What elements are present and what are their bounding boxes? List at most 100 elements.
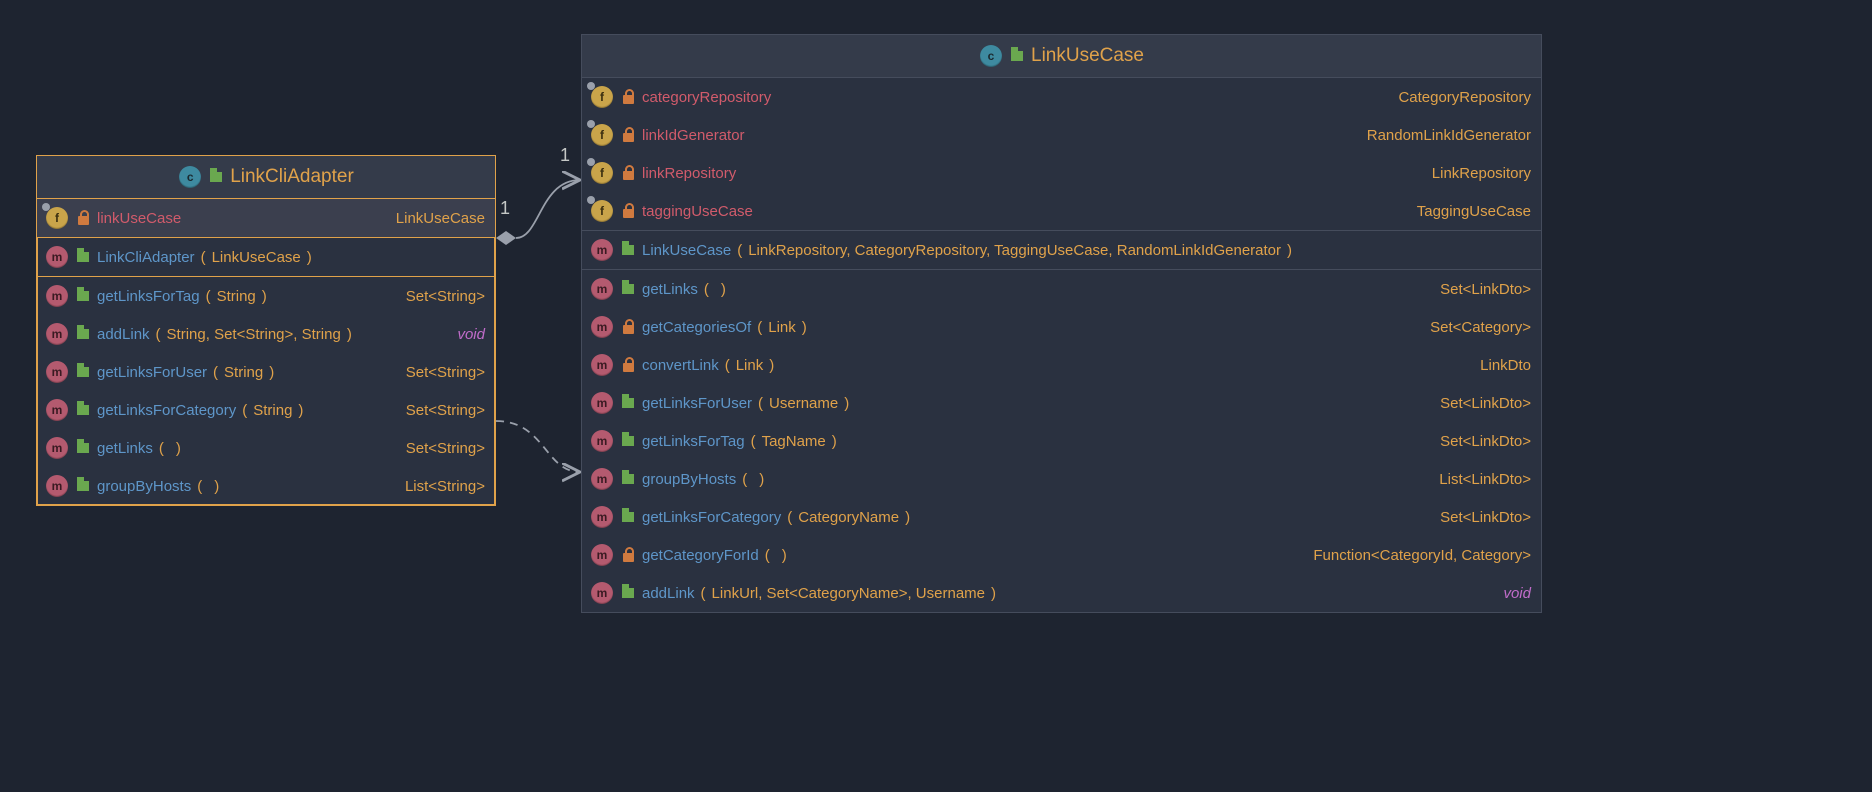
public-icon <box>75 249 91 265</box>
method-name: addLink <box>97 326 150 343</box>
field-icon: f <box>590 199 614 223</box>
public-icon <box>620 433 636 449</box>
method-icon: m <box>45 474 69 498</box>
method-row[interactable]: mgroupByHosts()List<String> <box>37 467 495 505</box>
field-name: linkRepository <box>642 165 736 182</box>
return-type: Set<LinkDto> <box>1440 395 1531 412</box>
method-row[interactable]: maddLink(LinkUrl, Set<CategoryName>, Use… <box>582 574 1541 612</box>
public-icon <box>620 281 636 297</box>
paren-open: ( <box>751 433 756 450</box>
method-row[interactable]: mgetLinksForUser(String)Set<String> <box>37 353 495 391</box>
method-icon: m <box>590 505 614 529</box>
paren-close: ) <box>832 433 837 450</box>
method-row[interactable]: mgetCategoriesOf(Link)Set<Category> <box>582 308 1541 346</box>
return-type: List<String> <box>405 478 485 495</box>
field-type: LinkUseCase <box>396 210 485 227</box>
method-name: getLinksForCategory <box>97 402 236 419</box>
paren-close: ) <box>176 440 181 457</box>
lock-icon <box>620 89 636 105</box>
method-params: String <box>224 364 263 381</box>
paren-open: ( <box>725 357 730 374</box>
lock-icon <box>620 165 636 181</box>
method-name: LinkCliAdapter <box>97 249 195 266</box>
paren-close: ) <box>307 249 312 266</box>
method-icon: m <box>590 581 614 605</box>
return-type: Set<String> <box>406 364 485 381</box>
method-row[interactable]: maddLink(String, Set<String>, String)voi… <box>37 315 495 353</box>
public-icon <box>75 402 91 418</box>
paren-close: ) <box>214 478 219 495</box>
method-row[interactable]: mgetLinks()Set<String> <box>37 429 495 467</box>
field-type: TaggingUseCase <box>1417 203 1531 220</box>
dependency-arrow <box>496 421 580 472</box>
field-row[interactable]: f linkUseCase LinkUseCase <box>37 199 495 237</box>
method-icon: m <box>45 322 69 346</box>
field-name: linkIdGenerator <box>642 127 745 144</box>
method-icon: m <box>590 391 614 415</box>
method-row[interactable]: mLinkCliAdapter(LinkUseCase) <box>37 238 495 276</box>
method-params: Link <box>768 319 796 336</box>
public-icon <box>620 395 636 411</box>
method-row[interactable]: mgetLinksForTag(TagName)Set<LinkDto> <box>582 422 1541 460</box>
lock-icon <box>620 203 636 219</box>
paren-open: ( <box>213 364 218 381</box>
field-type: RandomLinkIdGenerator <box>1367 127 1531 144</box>
method-row[interactable]: mgetLinksForCategory(String)Set<String> <box>37 391 495 429</box>
field-icon: f <box>45 206 69 230</box>
paren-open: ( <box>156 326 161 343</box>
method-row[interactable]: mgetLinksForCategory(CategoryName)Set<Li… <box>582 498 1541 536</box>
method-icon: m <box>590 315 614 339</box>
public-icon <box>208 169 224 185</box>
multiplicity-target: 1 <box>560 145 570 166</box>
paren-open: ( <box>704 281 709 298</box>
field-row[interactable]: f linkIdGenerator RandomLinkIdGenerator <box>582 116 1541 154</box>
method-row[interactable]: mgetLinks()Set<LinkDto> <box>582 270 1541 308</box>
field-icon: f <box>590 123 614 147</box>
method-icon: m <box>590 353 614 377</box>
method-name: LinkUseCase <box>642 242 731 259</box>
method-row[interactable]: mLinkUseCase(LinkRepository, CategoryRep… <box>582 231 1541 269</box>
class-title: LinkCliAdapter <box>230 166 354 188</box>
paren-open: ( <box>242 402 247 419</box>
paren-open: ( <box>742 471 747 488</box>
class-title-bar[interactable]: cLinkCliAdapter <box>37 156 495 199</box>
paren-open: ( <box>206 288 211 305</box>
method-row[interactable]: mconvertLink(Link)LinkDto <box>582 346 1541 384</box>
method-name: getCategoryForId <box>642 547 759 564</box>
class-title-bar[interactable]: cLinkUseCase <box>582 35 1541 78</box>
paren-open: ( <box>757 319 762 336</box>
class-box-LinkUseCase[interactable]: cLinkUseCasefcategoryRepositoryCategoryR… <box>581 34 1542 613</box>
method-params: String, Set<String>, String <box>167 326 341 343</box>
field-row[interactable]: flinkRepositoryLinkRepository <box>582 154 1541 192</box>
method-row[interactable]: mgroupByHosts()List<LinkDto> <box>582 460 1541 498</box>
multiplicity-source: 1 <box>500 198 510 219</box>
method-row[interactable]: mgetLinksForUser(Username)Set<LinkDto> <box>582 384 1541 422</box>
method-name: getLinks <box>97 440 153 457</box>
public-icon <box>620 585 636 601</box>
paren-close: ) <box>269 364 274 381</box>
paren-close: ) <box>347 326 352 343</box>
method-name: groupByHosts <box>642 471 736 488</box>
method-name: getLinksForTag <box>97 288 200 305</box>
field-name: linkUseCase <box>97 210 181 227</box>
method-icon: m <box>590 238 614 262</box>
method-icon: m <box>45 284 69 308</box>
field-row[interactable]: ftaggingUseCaseTaggingUseCase <box>582 192 1541 230</box>
class-title: LinkUseCase <box>1031 45 1144 67</box>
paren-close: ) <box>802 319 807 336</box>
method-row[interactable]: mgetCategoryForId()Function<CategoryId, … <box>582 536 1541 574</box>
paren-close: ) <box>298 402 303 419</box>
return-type: void <box>1503 585 1531 602</box>
method-params: LinkUseCase <box>212 249 301 266</box>
field-row[interactable]: fcategoryRepositoryCategoryRepository <box>582 78 1541 116</box>
method-row[interactable]: mgetLinksForTag(String)Set<String> <box>37 277 495 315</box>
method-params: Link <box>736 357 764 374</box>
paren-close: ) <box>1287 242 1292 259</box>
method-name: addLink <box>642 585 695 602</box>
class-box-LinkCliAdapter[interactable]: cLinkCliAdapter f linkUseCase LinkUseCase m L… <box>36 155 496 506</box>
uml-canvas[interactable]: 1 1 cLinkCliAdapter f linkUseCase LinkUseCa… <box>0 0 1872 792</box>
paren-close: ) <box>721 281 726 298</box>
return-type: Set<String> <box>406 440 485 457</box>
method-icon: m <box>45 245 69 269</box>
paren-close: ) <box>905 509 910 526</box>
